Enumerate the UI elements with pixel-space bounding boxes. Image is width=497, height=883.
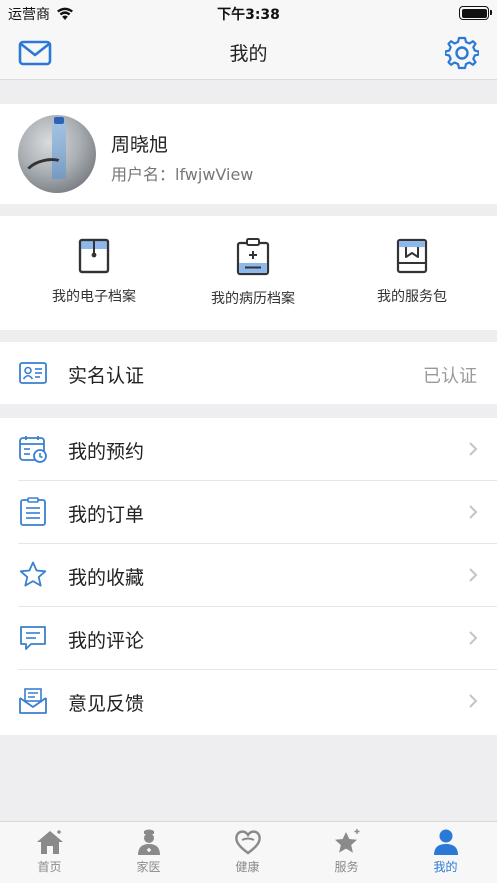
star-badge-icon [334, 829, 359, 853]
profile-name: 周晓旭 [111, 134, 169, 156]
star-icon [19, 561, 47, 587]
verification-label: 实名认证 [68, 365, 145, 387]
service-package-icon [396, 238, 428, 274]
feedback-envelope-icon [19, 688, 47, 714]
status-bar: 运营商 下午3:38 [0, 0, 497, 26]
tab-bar: 首页 家医 健康 服务 我的 [0, 821, 497, 883]
avatar[interactable] [18, 115, 96, 193]
chevron-right-icon [469, 631, 478, 645]
page-title: 我的 [229, 43, 268, 65]
profile-username: 用户名：lfwjwView [111, 165, 254, 184]
home-icon [36, 830, 63, 854]
comment-icon [20, 626, 46, 650]
gear-icon[interactable] [445, 36, 479, 70]
profile-card[interactable]: 周晓旭 用户名：lfwjwView [0, 104, 497, 204]
chevron-right-icon [469, 568, 478, 582]
menu-label-comments: 我的评论 [68, 630, 145, 652]
menu-item-orders[interactable]: 我的订单 [0, 481, 497, 544]
menu-label-feedback: 意见反馈 [68, 693, 145, 715]
nav-bar: 我的 [0, 26, 497, 80]
heart-icon [234, 830, 261, 855]
quick-actions: 我的电子档案 我的病历档案 我的服务包 [0, 216, 497, 330]
verification-status: 已认证 [423, 366, 477, 387]
chevron-right-icon [469, 505, 478, 519]
id-card-icon [19, 362, 47, 384]
tab-label-services: 服务 [334, 860, 359, 874]
tab-family-doctor[interactable]: 家医 [99, 828, 198, 875]
medical-record-icon [236, 238, 270, 276]
doctor-icon [137, 829, 160, 855]
tab-mine[interactable]: 我的 [396, 828, 495, 875]
archive-folder-icon [78, 238, 110, 274]
quick-item-service-package[interactable]: 我的服务包 [332, 238, 492, 306]
person-icon [433, 829, 458, 855]
status-time: 下午3:38 [217, 7, 280, 23]
menu-label-orders: 我的订单 [68, 504, 145, 526]
tab-home[interactable]: 首页 [0, 828, 99, 875]
chevron-right-icon [469, 442, 478, 456]
tab-label-mine: 我的 [433, 860, 458, 874]
order-list-icon [20, 497, 46, 526]
tab-label-family-doctor: 家医 [136, 860, 161, 874]
menu-label-favorites: 我的收藏 [68, 567, 145, 589]
real-name-verification-row[interactable]: 实名认证 已认证 [0, 342, 497, 404]
quick-item-electronic-archive[interactable]: 我的电子档案 [14, 238, 174, 306]
quick-label-medical-record: 我的病历档案 [211, 291, 295, 307]
menu-item-feedback[interactable]: 意见反馈 [0, 670, 497, 733]
chevron-right-icon [469, 694, 478, 708]
tab-health[interactable]: 健康 [198, 828, 297, 875]
quick-label-service-package: 我的服务包 [377, 289, 447, 305]
battery-icon [459, 6, 492, 20]
menu-item-appointments[interactable]: 我的预约 [0, 418, 497, 481]
tab-services[interactable]: 服务 [297, 828, 396, 875]
menu-item-comments[interactable]: 我的评论 [0, 607, 497, 670]
tab-label-home: 首页 [37, 860, 62, 874]
quick-item-medical-record[interactable]: 我的病历档案 [173, 238, 333, 308]
menu-item-favorites[interactable]: 我的收藏 [0, 544, 497, 607]
calendar-clock-icon [19, 436, 47, 463]
menu-label-appointments: 我的预约 [68, 441, 145, 463]
quick-label-electronic-archive: 我的电子档案 [52, 289, 136, 305]
menu-list: 我的预约 我的订单 我的收藏 我的评论 意见反馈 [0, 418, 497, 735]
tab-label-health: 健康 [235, 860, 260, 874]
